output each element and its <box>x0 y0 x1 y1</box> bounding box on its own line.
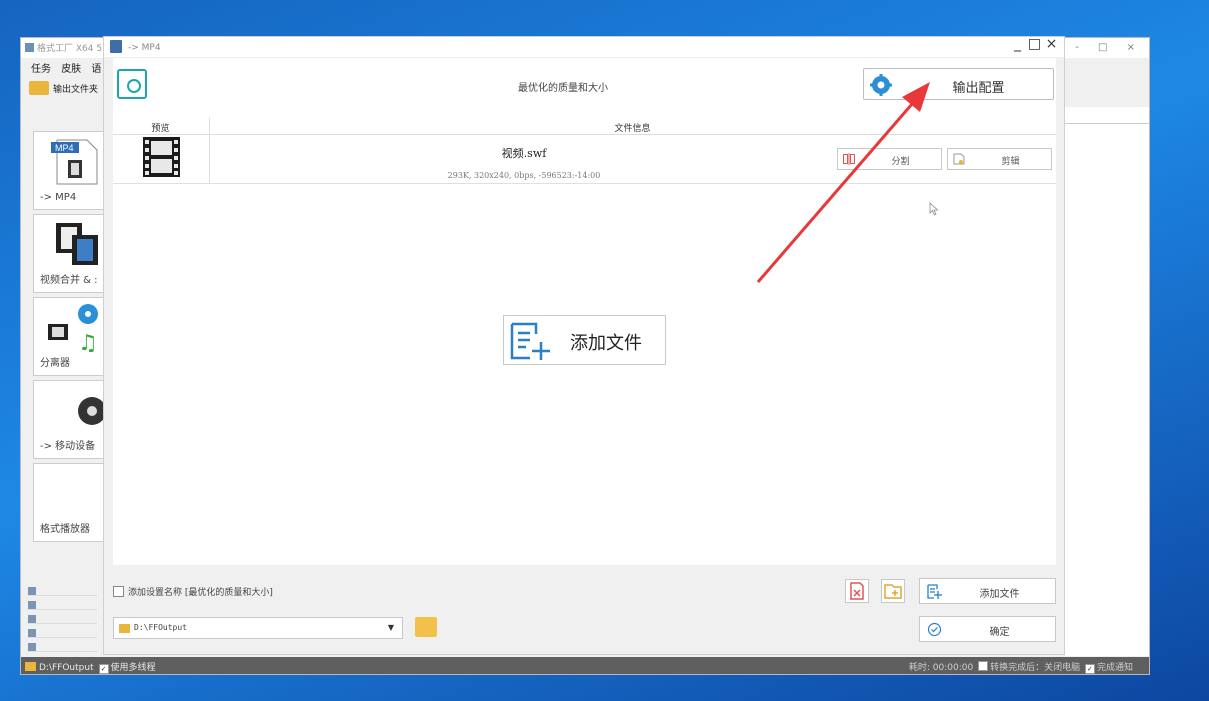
tool-icon[interactable] <box>27 638 97 652</box>
ok-button[interactable]: 确定 <box>919 616 1056 642</box>
status-right: 耗时: 00:00:00 转换完成后：关闭电脑 ✓ 完成通知 <box>908 661 1133 674</box>
svg-text:MP4: MP4 <box>55 143 74 153</box>
folder-icon <box>29 81 49 95</box>
column-preview: 预览 <box>151 124 170 134</box>
video-settings-icon <box>117 69 147 99</box>
column-file-info: 文件信息 <box>614 124 651 134</box>
after-convert-checkbox[interactable] <box>978 661 989 671</box>
gear-icon <box>870 74 892 96</box>
split-icon <box>843 153 855 165</box>
mp4-dialog: -> MP4 _ □ × 最优化的质量和大小 输出配置 预览 文件信息 视频.s… <box>104 36 1064 654</box>
dialog-titlebar: -> MP4 _ □ × <box>104 36 1064 57</box>
add-folder-icon <box>884 584 902 599</box>
small-tool-icons <box>27 582 97 652</box>
background-menu: 任务 皮肤 语 <box>31 60 108 75</box>
background-list-header <box>1065 107 1149 124</box>
split-button[interactable]: 分割 <box>837 148 942 170</box>
dialog-content: 最优化的质量和大小 输出配置 预览 文件信息 视频.swf 293K, 320x… <box>113 58 1056 565</box>
tool-icon[interactable] <box>27 582 97 596</box>
background-list-area <box>1065 124 1149 656</box>
folder-icon <box>119 624 130 633</box>
folder-icon <box>25 662 36 671</box>
file-name: 视频.swf <box>501 147 547 160</box>
mobile-device-icon <box>78 397 106 425</box>
notify-checkbox[interactable]: ✓ <box>1084 664 1095 674</box>
mp4-file-icon: MP4 <box>51 139 98 185</box>
clip-icon <box>953 153 965 165</box>
dialog-title: -> MP4 <box>110 40 161 53</box>
add-file-button[interactable]: 添加文件 <box>919 578 1056 604</box>
preset-label: 最优化的质量和大小 <box>518 83 608 94</box>
output-path-select[interactable]: D:\FFOutput ▼ <box>113 617 403 639</box>
tool-icon[interactable] <box>27 610 97 624</box>
background-title: 格式工厂 X64 5 <box>25 41 102 54</box>
video-merge-icon <box>56 223 98 265</box>
category-splitter[interactable]: ♫ 分离器 <box>33 297 107 376</box>
category-sidebar: MP4 -> MP4 视频合并 & : ♫ 分离器 -> 移动设备 格式播放器 <box>33 131 107 546</box>
dialog-bottom-bar: 添加设置名称 [最优化的质量和大小] 添加文件 D:\FFOutput ▼ 确定 <box>113 567 1056 652</box>
check-circle-icon <box>927 622 942 637</box>
tool-icon[interactable] <box>27 624 97 638</box>
menu-item-task[interactable]: 任务 <box>31 64 51 75</box>
minimize-button[interactable]: _ <box>1009 36 1026 52</box>
add-file-center-button[interactable]: 添加文件 <box>503 315 666 365</box>
splitter-icon: ♫ <box>48 304 98 352</box>
add-folder-button[interactable] <box>881 579 905 603</box>
mouse-cursor-icon <box>929 202 939 216</box>
category-player[interactable]: 格式播放器 <box>33 463 107 542</box>
output-folder-button[interactable]: 输出文件夹 <box>29 81 98 95</box>
film-icon <box>143 137 180 177</box>
category-mp4[interactable]: MP4 -> MP4 <box>33 131 107 210</box>
background-window-controls[interactable]: - □ × <box>1075 42 1143 53</box>
app-logo-icon <box>25 43 34 52</box>
tool-icon[interactable] <box>27 596 97 610</box>
status-left: D:\FFOutput ✓ 使用多线程 <box>25 660 156 674</box>
dialog-window-controls: _ □ × <box>1009 36 1060 52</box>
checkbox-icon[interactable] <box>113 586 124 597</box>
svg-text:♫: ♫ <box>78 331 98 352</box>
browse-folder-button[interactable] <box>415 617 437 637</box>
file-table-header: 预览 文件信息 <box>113 118 1056 135</box>
close-button[interactable]: × <box>1043 36 1060 52</box>
category-mobile-device[interactable]: -> 移动设备 <box>33 380 107 459</box>
chevron-down-icon: ▼ <box>387 623 394 632</box>
output-config-button[interactable]: 输出配置 <box>863 68 1054 100</box>
add-file-icon <box>927 584 942 599</box>
clip-button[interactable]: 剪辑 <box>947 148 1052 170</box>
multithread-checkbox[interactable]: ✓ <box>98 664 109 674</box>
add-file-icon <box>510 322 550 360</box>
add-setting-name-checkbox[interactable]: 添加设置名称 [最优化的质量和大小] <box>113 585 273 598</box>
menu-item-language[interactable]: 语 <box>91 64 101 75</box>
delete-file-icon <box>850 582 864 600</box>
status-output-path[interactable]: D:\FFOutput <box>39 663 94 673</box>
mp4-small-icon <box>110 40 122 53</box>
category-video-merge[interactable]: 视频合并 & : <box>33 214 107 293</box>
status-bar: D:\FFOutput ✓ 使用多线程 耗时: 00:00:00 转换完成后：关闭… <box>21 657 1149 674</box>
file-meta: 293K, 320x240, 0bps, -596523:-14:00 <box>447 171 601 180</box>
remove-file-button[interactable] <box>845 579 869 603</box>
maximize-button[interactable]: □ <box>1026 36 1043 52</box>
table-row[interactable]: 视频.swf 293K, 320x240, 0bps, -596523:-14:… <box>113 135 1056 184</box>
menu-item-skin[interactable]: 皮肤 <box>61 64 81 75</box>
